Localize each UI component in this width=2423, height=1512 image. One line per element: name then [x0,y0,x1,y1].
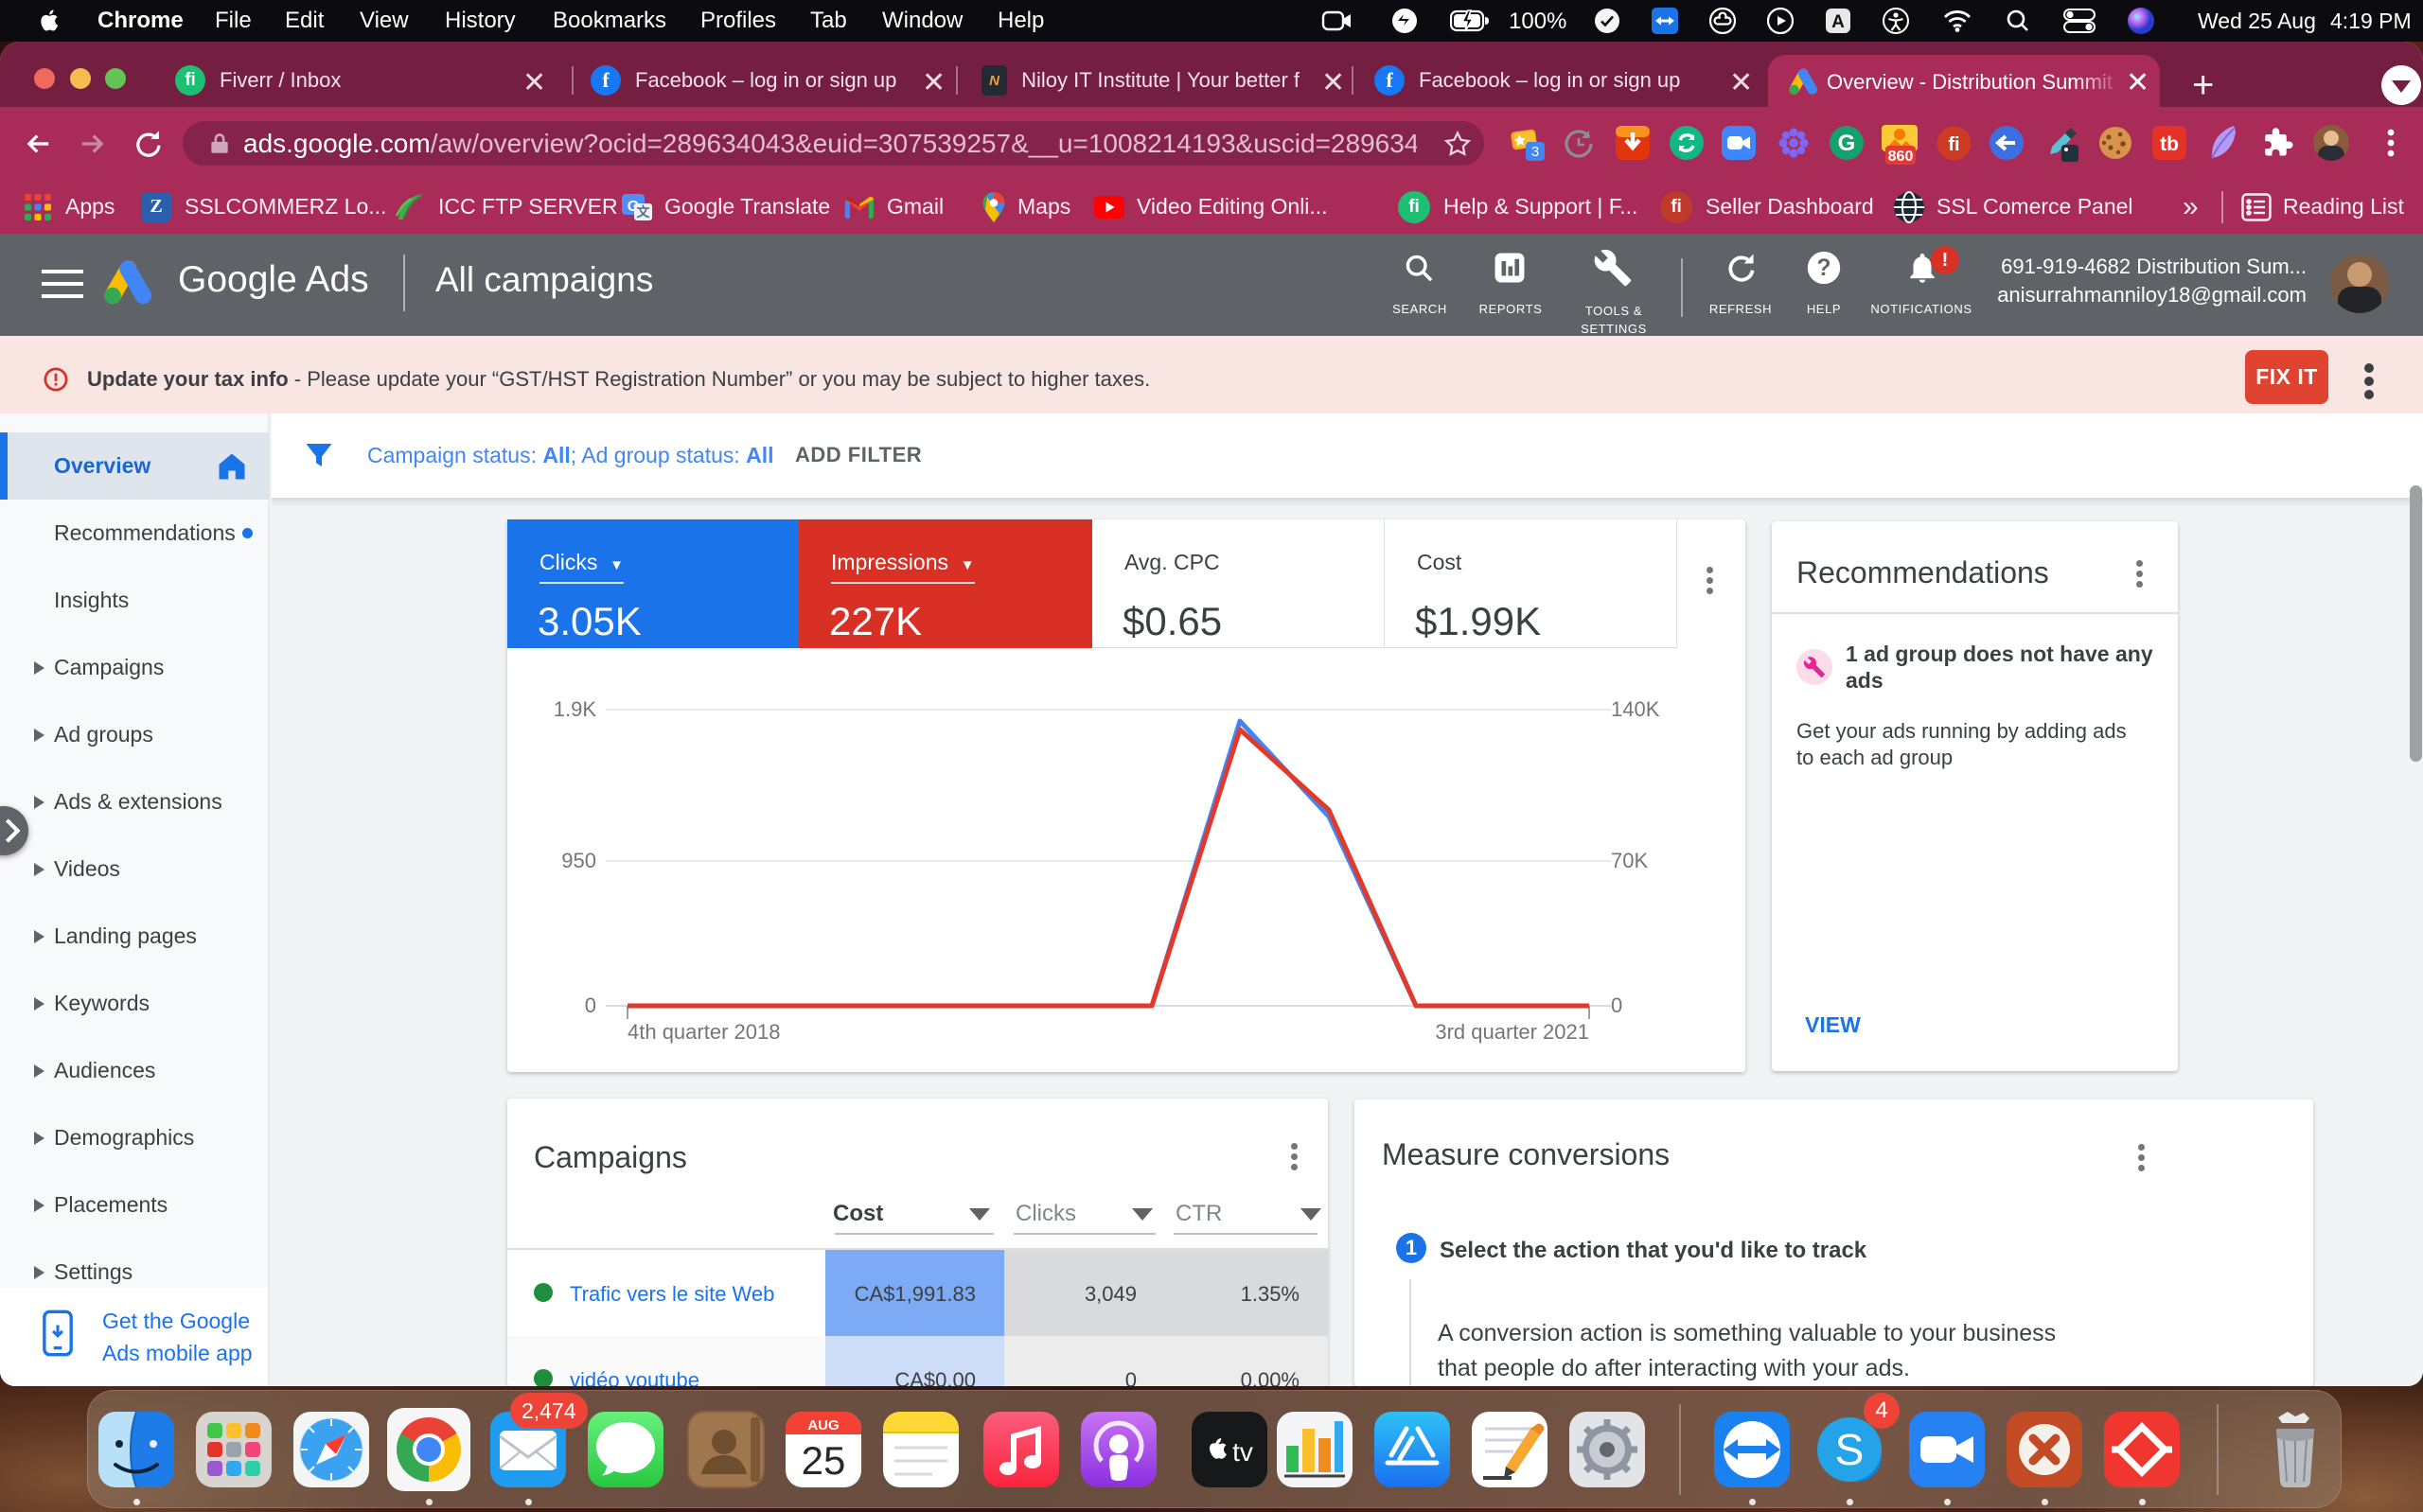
svg-text:25: 25 [802,1438,846,1483]
svg-text:tv: tv [1232,1437,1253,1467]
svg-text:tb: tb [2160,133,2179,155]
svg-text:fi: fi [1948,134,1959,155]
svg-text:文: 文 [637,204,651,220]
svg-text:?: ? [1817,255,1831,281]
svg-text:3: 3 [1531,144,1539,160]
svg-text:AUG: AUG [807,1417,839,1433]
svg-text:A: A [1831,12,1845,32]
svg-text:S: S [1835,1425,1865,1474]
svg-text:860: 860 [1888,149,1914,165]
svg-text:G: G [1838,131,1856,156]
